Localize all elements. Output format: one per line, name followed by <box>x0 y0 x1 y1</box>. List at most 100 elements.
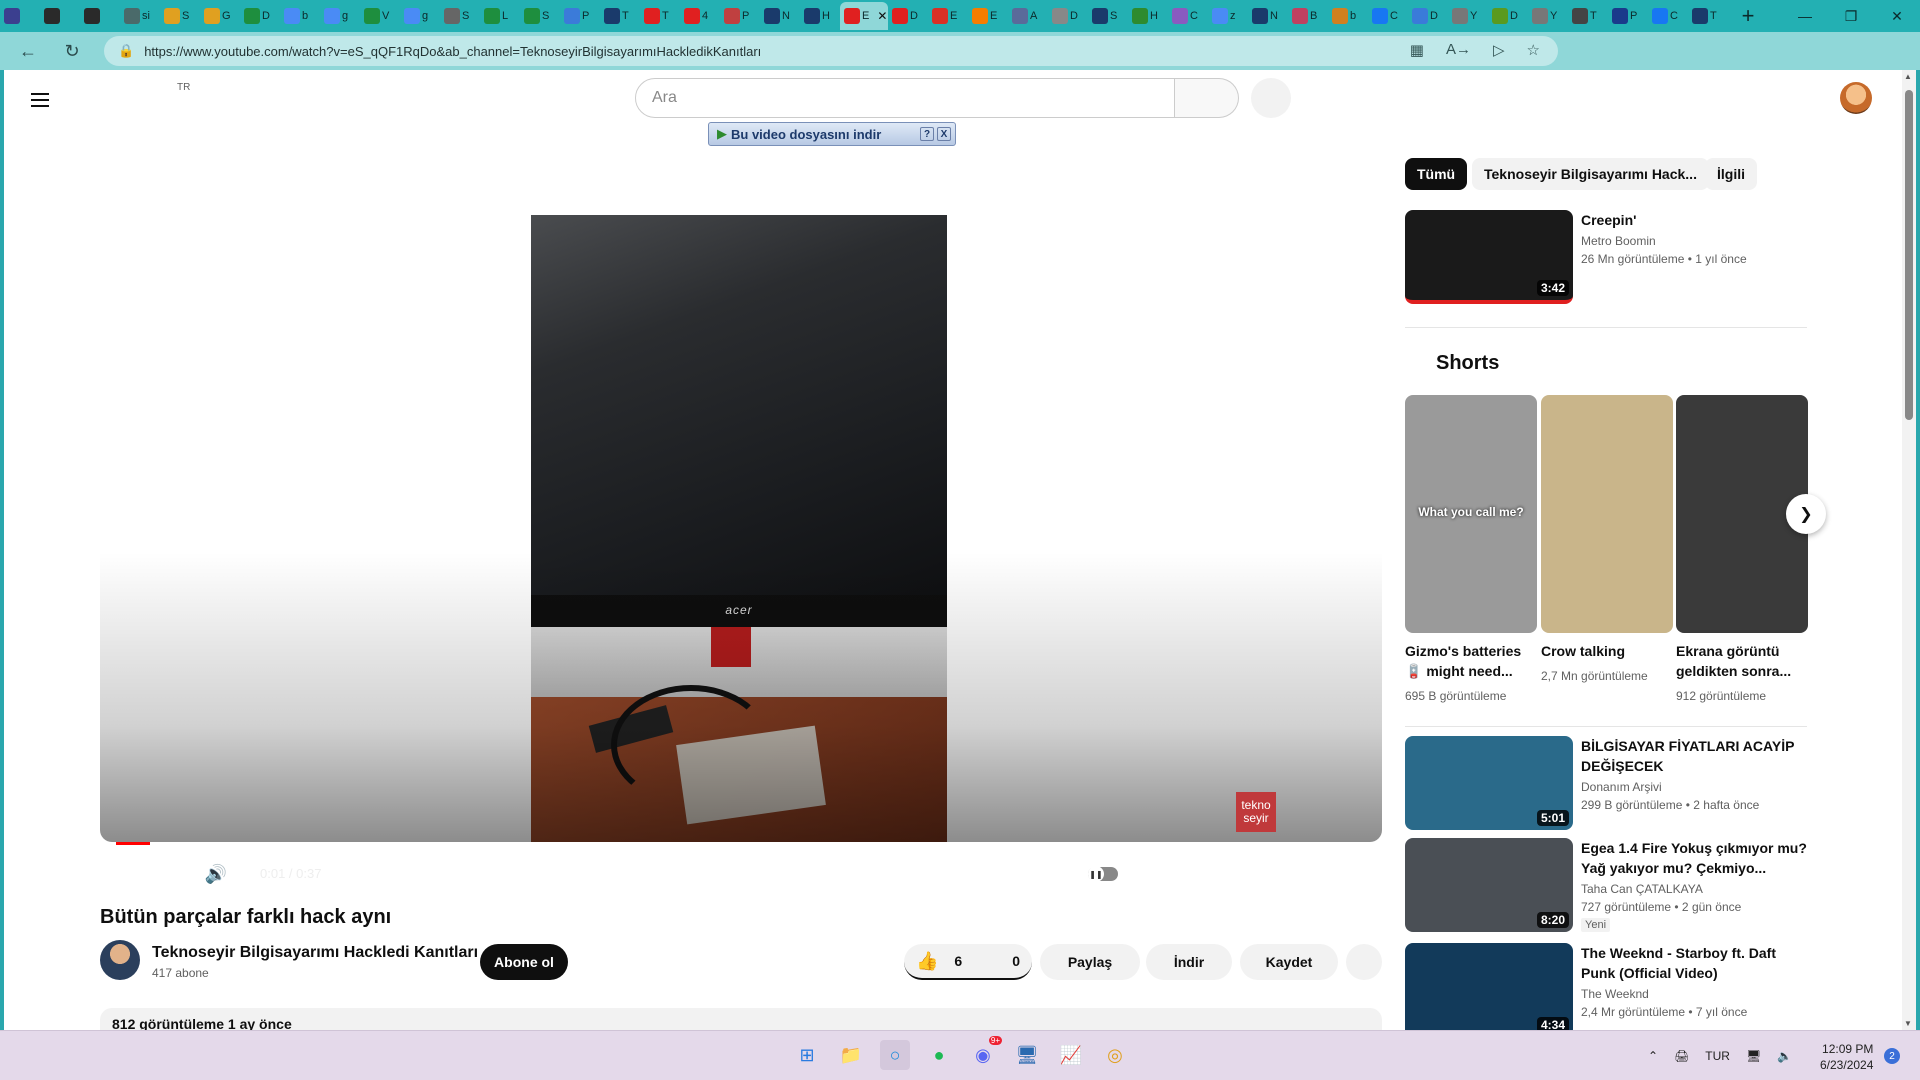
language-indicator[interactable]: TUR <box>1705 1049 1730 1063</box>
favorite-star-icon[interactable]: ☆ <box>1527 41 1540 59</box>
volume-icon[interactable]: 🔊 <box>200 858 232 890</box>
chip-channel[interactable]: Teknoseyir Bilgisayarımı Hack... <box>1472 158 1709 190</box>
chip-related[interactable]: İlgili <box>1705 158 1757 190</box>
spotify-icon[interactable]: ● <box>924 1040 954 1070</box>
discord-icon[interactable]: ◉ 9+ <box>968 1036 1002 1070</box>
notification-badge[interactable]: 2 <box>1884 1048 1900 1064</box>
browser-tab[interactable]: V <box>360 2 400 30</box>
browser-tab[interactable]: S <box>520 2 560 30</box>
browser-tab[interactable]: si <box>120 2 160 30</box>
browser-tab[interactable]: 4 <box>680 2 720 30</box>
immersive-reader-icon[interactable]: ▷ <box>1493 41 1505 59</box>
clock[interactable]: 12:09 PM 6/23/2024 <box>1820 1041 1873 1073</box>
browser-tab[interactable]: b <box>1328 2 1368 30</box>
browser-tab[interactable]: D <box>1048 2 1088 30</box>
browser-tab[interactable]: T <box>1568 2 1608 30</box>
browser-tab[interactable]: T <box>1688 2 1728 30</box>
play-icon[interactable]: ▶ <box>120 858 152 890</box>
menu-icon[interactable] <box>26 86 54 114</box>
browser-tab[interactable]: B <box>1288 2 1328 30</box>
browser-tab[interactable]: z <box>1208 2 1248 30</box>
speaker-icon[interactable]: 🔈 <box>1777 1049 1792 1063</box>
read-aloud-icon[interactable]: A→ <box>1446 41 1471 59</box>
browser-tab[interactable]: P <box>1608 2 1648 30</box>
recommendation-item[interactable]: 4:34 The Weeknd - Starboy ft. Daft Punk (… <box>1405 943 1807 1030</box>
voice-search-button[interactable] <box>1251 78 1291 118</box>
recommendation-item[interactable]: 8:20 Egea 1.4 Fire Yokuş çıkmıyor mu? Yağ… <box>1405 838 1807 932</box>
recommendation-title[interactable]: BİLGİSAYAR FİYATLARI ACAYİP DEĞİŞECEK <box>1581 736 1807 776</box>
chevron-up-icon[interactable]: ⌃ <box>1648 1049 1658 1063</box>
close-window-icon[interactable]: ✕ <box>1874 0 1920 32</box>
video-thumbnail[interactable]: 4:34 <box>1405 943 1573 1030</box>
short-thumbnail[interactable] <box>1541 395 1673 633</box>
browser-tab[interactable]: E <box>968 2 1008 30</box>
browser-tab[interactable]: g <box>320 2 360 30</box>
browser-tab[interactable] <box>80 2 120 30</box>
subtitles-icon[interactable]: ▤ <box>1136 858 1168 890</box>
new-tab-icon[interactable]: + <box>1736 3 1760 29</box>
browser-tab[interactable]: C <box>1368 2 1408 30</box>
browser-tab[interactable] <box>0 2 40 30</box>
shorts-next-chevron-icon[interactable]: ❯ <box>1786 494 1826 534</box>
chip-all[interactable]: Tümü <box>1405 158 1468 190</box>
save-button[interactable]: Kaydet <box>1240 944 1338 980</box>
browser-tab[interactable]: D <box>1408 2 1448 30</box>
video-thumbnail[interactable]: 3:42 <box>1405 210 1573 304</box>
short-thumbnail[interactable]: What you call me? <box>1405 395 1537 633</box>
miniplayer-icon[interactable]: ⧉ <box>1232 858 1264 890</box>
recommendation-channel[interactable]: Donanım Arşivi <box>1581 780 1662 794</box>
avatar[interactable] <box>1840 82 1872 114</box>
browser-tab[interactable] <box>40 2 80 30</box>
browser-tab[interactable]: N <box>760 2 800 30</box>
description-box[interactable]: 812 görüntüleme 1 ay önce <box>100 1008 1382 1030</box>
browser-tab[interactable]: E ✕ <box>840 2 888 30</box>
close-tab-icon[interactable]: ✕ <box>877 9 887 23</box>
scroll-up-icon[interactable]: ▲ <box>1904 72 1912 81</box>
recommendation-channel[interactable]: Taha Can ÇATALKAYA <box>1581 882 1703 896</box>
video-player[interactable]: acer <box>100 122 1382 842</box>
recommendation-title[interactable]: Creepin' <box>1581 210 1807 230</box>
short-title[interactable]: Gizmo's batteries 🪫 might need... <box>1405 641 1537 681</box>
like-count[interactable]: 6 <box>954 953 962 969</box>
more-actions-button[interactable] <box>1346 944 1382 980</box>
settings-gear-icon[interactable]: ⚙ <box>1184 858 1216 890</box>
url-field[interactable]: 🔒 https://www.youtube.com/watch?v=eS_qQF… <box>104 36 1558 66</box>
maximize-icon[interactable]: ❐ <box>1828 0 1874 32</box>
close-download-bar-button[interactable]: X <box>937 127 951 141</box>
recommendation-title[interactable]: Egea 1.4 Fire Yokuş çıkmıyor mu? Yağ yak… <box>1581 838 1807 878</box>
chrome-icon[interactable]: ◎ <box>1100 1040 1130 1070</box>
scrollbar-thumb[interactable] <box>1905 90 1913 420</box>
browser-tab[interactable]: D <box>240 2 280 30</box>
fullscreen-icon[interactable]: ⛶ <box>1328 858 1360 890</box>
browser-tab[interactable]: L <box>480 2 520 30</box>
browser-tab[interactable]: G <box>200 2 240 30</box>
browser-tab[interactable]: D <box>888 2 928 30</box>
refresh-icon[interactable]: ↻ <box>54 36 90 66</box>
edge-browser-icon[interactable]: ○ <box>880 1040 910 1070</box>
help-button[interactable]: ? <box>920 127 934 141</box>
remote-desktop-icon[interactable]: 🖥 <box>1012 1040 1042 1070</box>
autoplay-toggle[interactable]: ❚❚ <box>1088 866 1118 882</box>
recommendation-title[interactable]: The Weeknd - Starboy ft. Daft Punk (Offi… <box>1581 943 1807 983</box>
browser-tab[interactable]: P <box>560 2 600 30</box>
download-button[interactable]: İndir <box>1146 944 1232 980</box>
recommendation-item[interactable]: 5:01 BİLGİSAYAR FİYATLARI ACAYİP DEĞİŞECE… <box>1405 736 1807 830</box>
recommendation-item[interactable]: 3:42 Creepin' Metro Boomin 26 Mn görüntülem… <box>1405 210 1807 310</box>
dislike-count[interactable]: 0 <box>1012 953 1020 969</box>
video-thumbnail[interactable]: 8:20 <box>1405 838 1573 932</box>
browser-tab[interactable]: S <box>1088 2 1128 30</box>
video-download-bar[interactable]: ▶ Bu video dosyasını indir ? X <box>708 122 956 146</box>
search-input[interactable]: Ara <box>635 78 1175 118</box>
channel-avatar[interactable] <box>100 940 140 980</box>
browser-tab[interactable]: D <box>1488 2 1528 30</box>
recommendation-channel[interactable]: Metro Boomin <box>1581 234 1656 248</box>
browser-tab[interactable]: Y <box>1528 2 1568 30</box>
video-thumbnail[interactable]: 5:01 <box>1405 736 1573 830</box>
short-title[interactable]: Crow talking <box>1541 641 1673 661</box>
file-explorer-icon[interactable]: 📁 <box>836 1040 866 1070</box>
progress-bar[interactable] <box>116 842 1372 845</box>
browser-tab[interactable]: T <box>600 2 640 30</box>
network-icon[interactable]: 🖥 <box>1746 1049 1761 1063</box>
scroll-down-icon[interactable]: ▼ <box>1904 1019 1912 1028</box>
share-button[interactable]: Paylaş <box>1040 944 1140 980</box>
